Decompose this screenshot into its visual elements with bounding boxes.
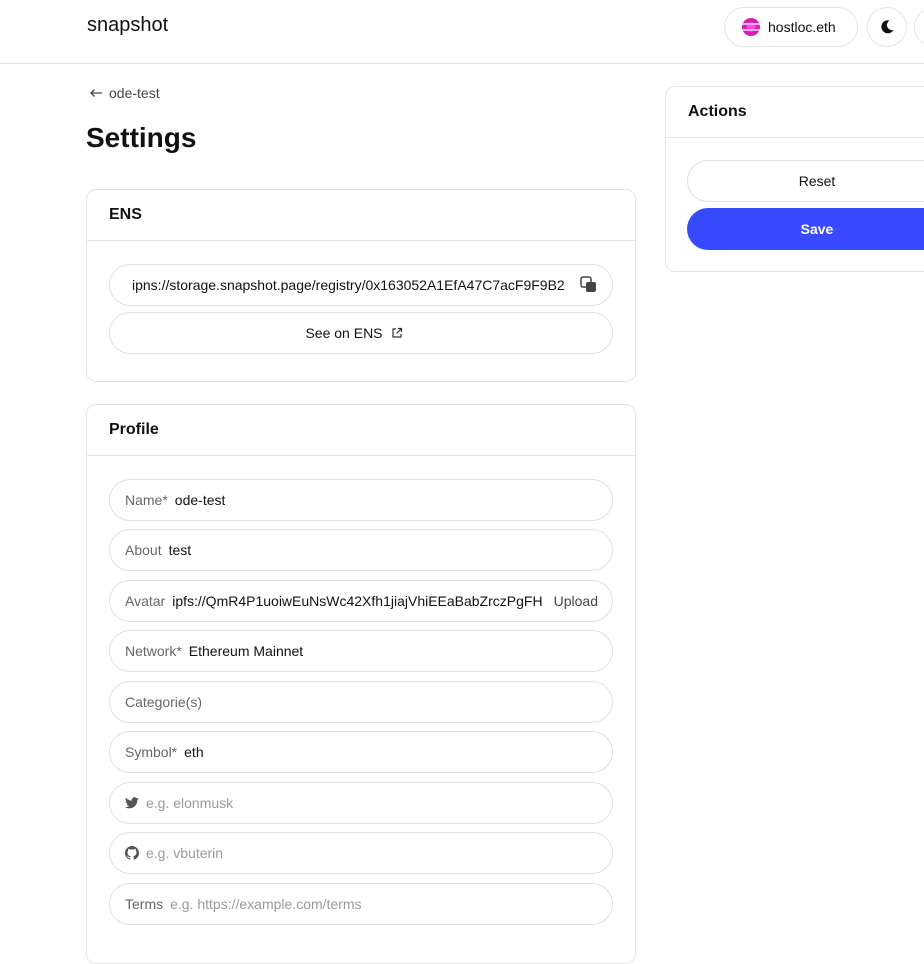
ens-heading: ENS [87, 190, 635, 241]
theme-toggle-button[interactable] [867, 7, 907, 47]
terms-field[interactable]: Terms e.g. https://example.com/terms [109, 883, 613, 925]
terms-placeholder: e.g. https://example.com/terms [170, 896, 362, 912]
ens-url-field[interactable]: ipns://storage.snapshot.page/registry/0x… [109, 264, 613, 306]
avatar-field[interactable]: Avatar ipfs://QmR4P1uoiwEuNsWc42Xfh1jiaj… [109, 580, 613, 622]
menu-button[interactable] [914, 7, 924, 47]
about-value: test [168, 542, 192, 558]
github-placeholder: e.g. vbuterin [146, 845, 224, 861]
avatar-label: Avatar [125, 593, 166, 609]
categories-label: Categorie(s) [125, 694, 203, 710]
copy-icon[interactable] [580, 276, 598, 294]
name-field[interactable]: Name* ode-test [109, 479, 613, 521]
categories-field[interactable]: Categorie(s) [109, 681, 613, 723]
external-link-icon [391, 327, 402, 338]
see-on-ens-button[interactable]: See on ENS [109, 312, 613, 354]
page-title: Settings [86, 122, 197, 153]
symbol-field[interactable]: Symbol* eth [109, 731, 613, 773]
symbol-label: Symbol* [125, 744, 178, 760]
twitter-icon [125, 797, 139, 809]
see-on-ens-label: See on ENS [305, 325, 383, 341]
top-bar: snapshot hostloc.eth [0, 0, 924, 64]
avatar-upload-button[interactable]: Upload [550, 593, 598, 609]
back-link[interactable]: ode-test [89, 85, 160, 101]
network-label: Network* [125, 643, 182, 659]
reset-button[interactable]: Reset [687, 160, 924, 202]
symbol-value: eth [184, 744, 204, 760]
profile-heading: Profile [87, 405, 635, 456]
save-button[interactable]: Save [687, 208, 924, 250]
ens-url-value: ipns://storage.snapshot.page/registry/0x… [132, 277, 565, 293]
name-label: Name* [125, 492, 168, 508]
github-field[interactable]: e.g. vbuterin [109, 832, 613, 874]
back-link-label: ode-test [109, 85, 160, 101]
moon-icon [881, 20, 894, 34]
about-field[interactable]: About test [109, 529, 613, 571]
name-value: ode-test [174, 492, 226, 508]
about-label: About [125, 542, 162, 558]
actions-heading: Actions [666, 87, 924, 138]
account-name: hostloc.eth [768, 19, 836, 35]
network-value: Ethereum Mainnet [188, 643, 304, 659]
network-field[interactable]: Network* Ethereum Mainnet [109, 630, 613, 672]
twitter-placeholder: e.g. elonmusk [146, 795, 234, 811]
snapshot-logo[interactable]: snapshot [87, 14, 168, 37]
actions-card: Actions Reset Save [665, 86, 924, 272]
terms-label: Terms [125, 896, 164, 912]
arrow-left-icon [90, 89, 102, 97]
avatar-value: ipfs://QmR4P1uoiwEuNsWc42Xfh1jiajVhiEEaB… [172, 593, 543, 609]
account-button[interactable]: hostloc.eth [724, 7, 858, 47]
twitter-field[interactable]: e.g. elonmusk [109, 782, 613, 824]
ens-card: ENS ipns://storage.snapshot.page/registr… [86, 189, 636, 382]
account-avatar [742, 18, 760, 36]
profile-card: Profile Name* ode-test About test Avatar… [86, 404, 636, 964]
github-icon [125, 846, 139, 860]
